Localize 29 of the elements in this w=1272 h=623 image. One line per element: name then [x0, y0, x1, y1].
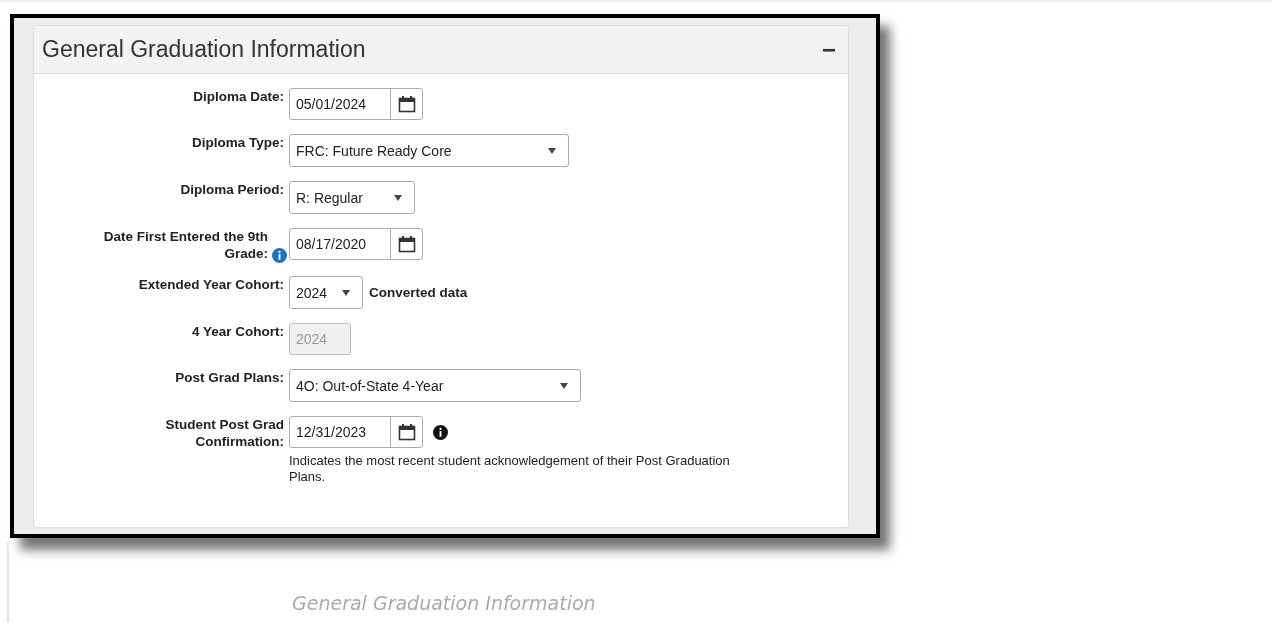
caret-icon [394, 194, 402, 201]
figure-caption: General Graduation Information [292, 592, 596, 614]
info-icon[interactable] [433, 424, 448, 440]
field-label: Diploma Date: [193, 88, 284, 105]
date-field[interactable]: 12/31/2023 [289, 416, 423, 448]
calendar-icon[interactable] [397, 95, 416, 113]
dropdown[interactable]: R: Regular [289, 181, 415, 214]
field-label: Diploma Period: [180, 181, 284, 198]
dropdown[interactable]: 4O: Out-of-State 4-Year [289, 369, 581, 402]
field-label: 4 Year Cohort: [191, 323, 284, 340]
caret-icon [342, 289, 350, 296]
field-label: Post Grad Plans: [175, 369, 284, 386]
field-label: Diploma Type: [192, 134, 284, 151]
field-label: Extended Year Cohort: [138, 276, 284, 293]
field-label: Date First Entered the 9th Grade: [102, 228, 268, 262]
caret-icon [560, 382, 568, 389]
status-text: Converted data [369, 285, 468, 300]
dropdown[interactable]: FRC: Future Ready Core [289, 134, 569, 167]
date-field[interactable]: 05/01/2024 [289, 88, 423, 120]
caret-icon [548, 147, 556, 154]
collapse-button[interactable]: − [818, 37, 840, 62]
calendar-icon[interactable] [397, 235, 416, 253]
calendar-icon[interactable] [397, 423, 416, 441]
panel-title: General Graduation Information [42, 36, 366, 63]
field-label: Student Post Grad Confirmation: [164, 416, 284, 450]
help-text: Indicates the most recent student acknowledgement of their Post Graduation Plans. [289, 453, 731, 485]
dropdown[interactable]: 2024 [289, 276, 363, 309]
readonly-field: 2024 [289, 323, 351, 355]
date-field[interactable]: 08/17/2020 [289, 228, 423, 260]
